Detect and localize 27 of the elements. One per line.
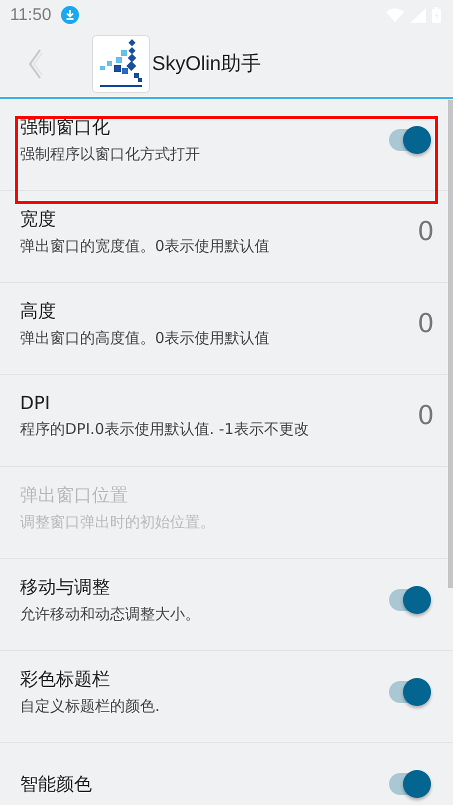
toggle-switch[interactable] <box>389 680 429 702</box>
setting-title[interactable]: 高度 <box>20 299 418 323</box>
setting-title[interactable]: 移动与调整 <box>20 575 389 599</box>
setting-summary: 弹出窗口的宽度值。0表示使用默认值 <box>20 237 271 256</box>
toggle-switch[interactable] <box>389 588 429 610</box>
toggle-switch[interactable] <box>389 772 429 794</box>
setting-summary: 自定义标题栏的颜色. <box>20 697 161 716</box>
setting-summary: 调整窗口弹出时的初始位置。 <box>20 513 216 532</box>
setting-summary: 强制程序以窗口化方式打开 <box>20 145 201 164</box>
setting-summary: 弹出窗口的高度值。0表示使用默认值 <box>20 329 271 348</box>
setting-value: 0 <box>417 400 434 430</box>
setting-title[interactable]: 智能颜色 <box>20 772 389 796</box>
status-time: 11:50 <box>10 5 52 25</box>
download-icon <box>61 6 80 24</box>
app-title: SkyOlin助手 <box>152 52 261 77</box>
setting-title: 弹出窗口位置 <box>20 484 129 507</box>
setting-title[interactable]: 宽度 <box>20 207 418 231</box>
setting-title[interactable]: 强制窗口化 <box>20 115 389 139</box>
setting-title[interactable]: 彩色标题栏 <box>20 667 389 691</box>
toggle-switch[interactable] <box>389 128 429 150</box>
setting-summary: 程序的DPI.0表示使用默认值. -1表示不更改 <box>20 420 310 438</box>
app-logo-icon <box>92 34 150 92</box>
setting-value: 0 <box>417 216 434 246</box>
setting-summary: 允许移动和动态调整大小。 <box>20 605 201 624</box>
setting-title[interactable]: DPI <box>20 392 418 414</box>
scrollbar[interactable] <box>448 100 453 588</box>
setting-value: 0 <box>417 308 434 338</box>
